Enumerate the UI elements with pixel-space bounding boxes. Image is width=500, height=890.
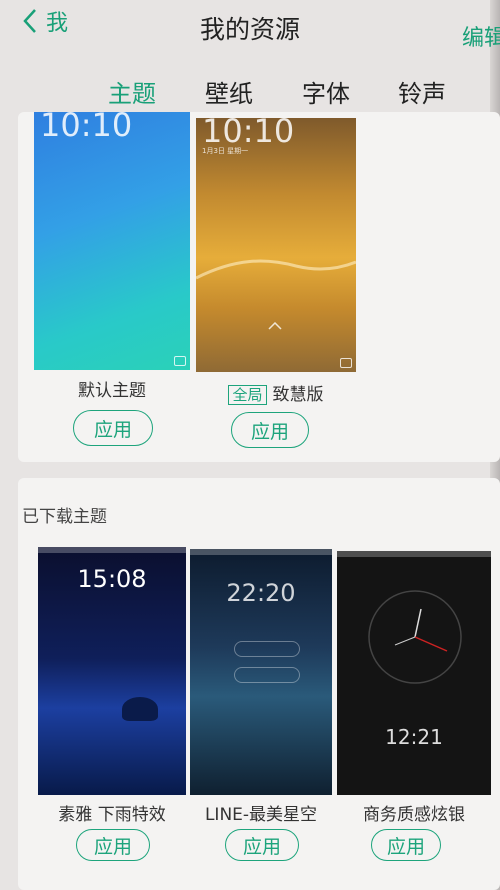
lockscreen-clock: 22:20 [226, 579, 296, 607]
apply-button-business[interactable]: 应用 [371, 829, 441, 861]
apply-button-line[interactable]: 应用 [225, 829, 299, 861]
chevron-up-icon [268, 322, 282, 330]
default-theme-name: 默认主题 [78, 381, 146, 401]
section-title-downloaded: 已下载主题 [22, 507, 107, 527]
statusbar [190, 549, 332, 555]
theme-thumbnail-line[interactable]: 22:20 [190, 549, 332, 795]
camera-icon [174, 356, 186, 366]
notification-pill [234, 667, 300, 683]
tab-themes[interactable]: 主题 [108, 74, 156, 109]
theme-name-line: LINE-最美星空 [204, 805, 318, 825]
theme-thumbnail-suya[interactable]: 15:08 [38, 547, 186, 795]
edit-button[interactable]: 编辑 [462, 20, 500, 52]
default-theme-thumbnail[interactable]: 10:10 [34, 112, 190, 370]
notification-pill [234, 641, 300, 657]
statusbar [337, 551, 491, 557]
lockscreen-clock: 15:08 [77, 565, 147, 593]
header: 我 我的资源 编辑 [0, 0, 500, 60]
theme-name-suya: 素雅 下雨特效 [58, 805, 166, 825]
page-title: 我的资源 [199, 15, 300, 44]
tab-fonts[interactable]: 字体 [302, 74, 350, 109]
wave-decoration [196, 259, 356, 280]
analog-clock-icon [368, 590, 462, 684]
apply-button-zhihui[interactable]: 应用 [231, 412, 309, 448]
tab-wallpapers[interactable]: 壁纸 [205, 74, 253, 109]
lockscreen-date: 1月3日 星期一 [202, 147, 249, 155]
camera-icon [340, 358, 352, 368]
global-badge: 全局 [228, 385, 267, 405]
apply-button-default[interactable]: 应用 [73, 410, 153, 446]
zhihui-theme-name: 致慧版 [272, 385, 324, 405]
statusbar [38, 547, 186, 553]
zhihui-theme-caption: 全局 致慧版 [196, 380, 356, 405]
lockscreen-clock: 10:10 [40, 112, 133, 144]
zhihui-theme-thumbnail[interactable]: 10:10 1月3日 星期一 [196, 118, 356, 372]
tree-silhouette [122, 697, 158, 721]
lockscreen-clock: 12:21 [385, 725, 443, 749]
theme-name-business: 商务质感炫银 [363, 805, 465, 825]
apply-button-suya[interactable]: 应用 [76, 829, 150, 861]
theme-thumbnail-business[interactable]: 12:21 [337, 551, 491, 795]
tab-ringtones[interactable]: 铃声 [398, 74, 446, 109]
